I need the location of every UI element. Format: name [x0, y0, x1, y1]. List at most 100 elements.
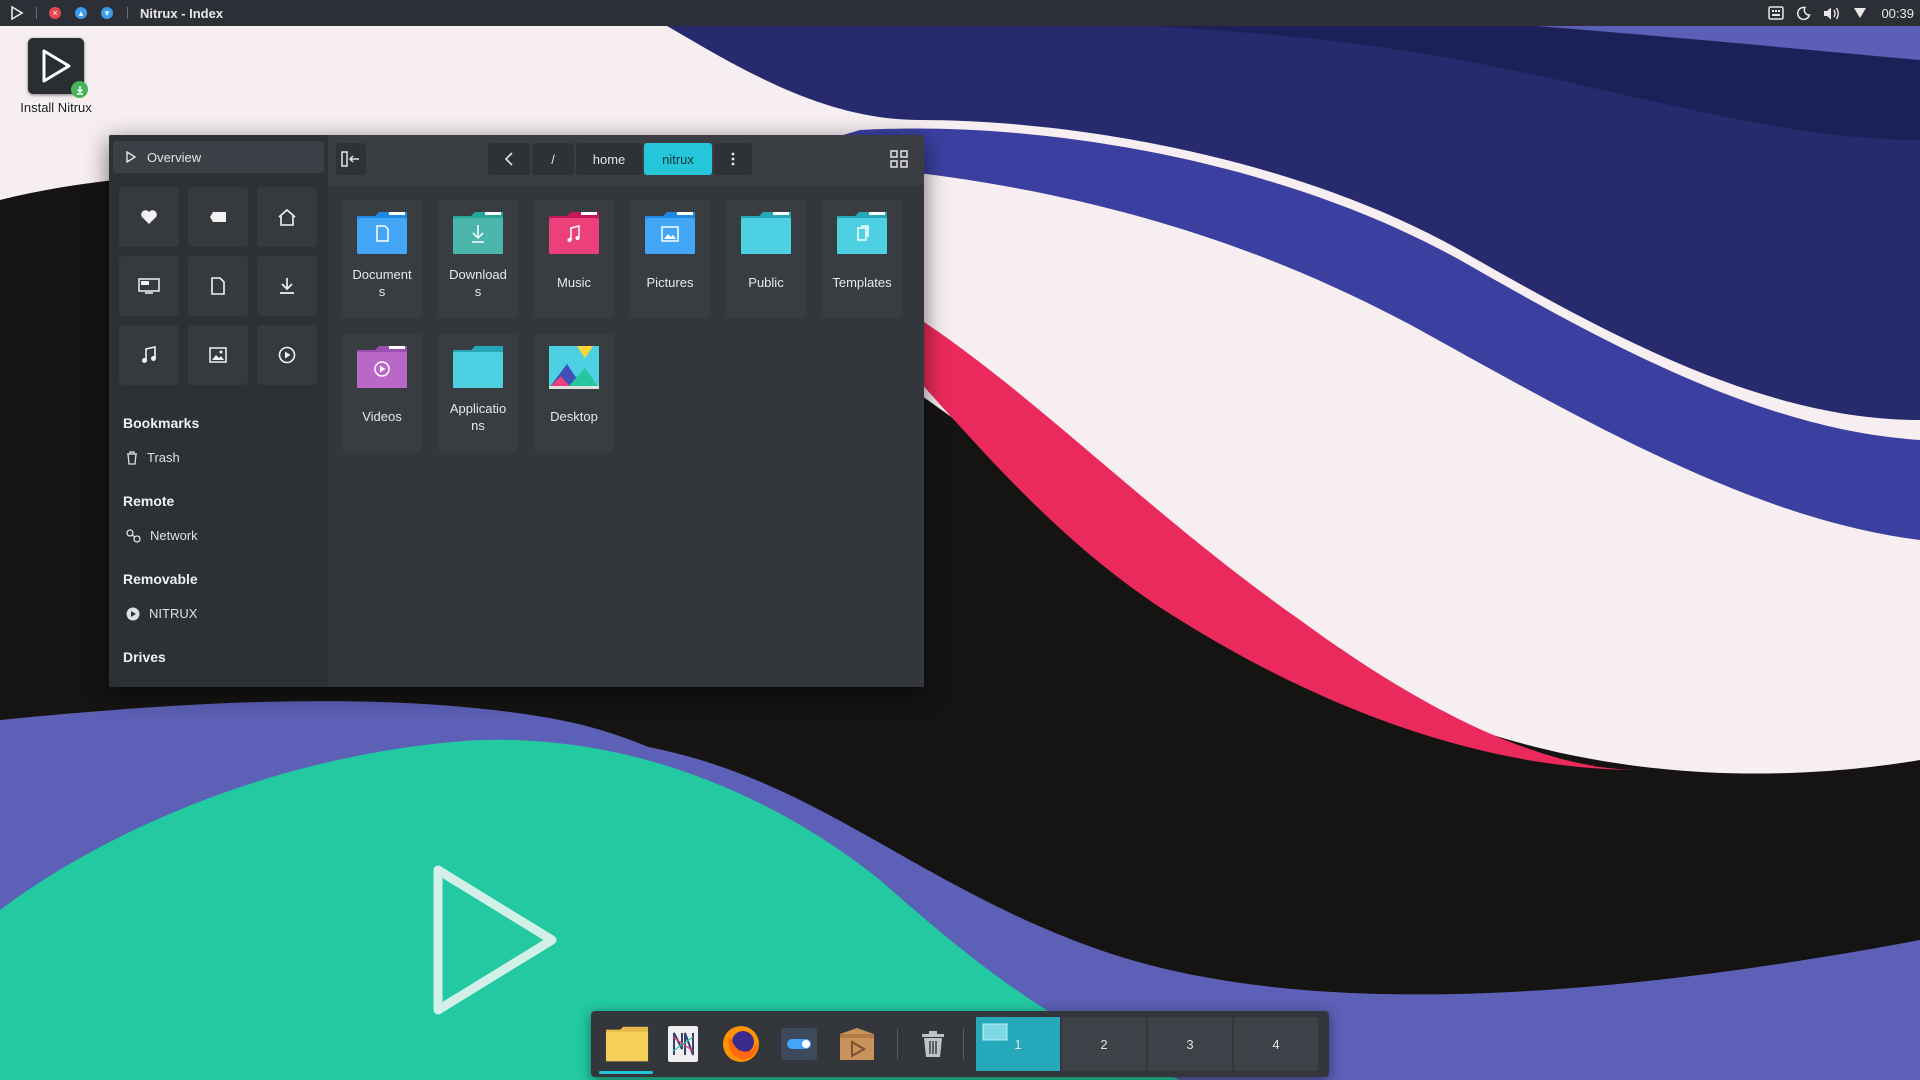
sidebar-item-label: Trash — [147, 450, 180, 465]
file-view: / home nitrux Document s Download s Musi… — [328, 135, 924, 687]
folder-desktop[interactable]: Desktop — [534, 334, 614, 452]
more-vertical-icon — [731, 152, 735, 166]
file-manager-window: Overview Bookmarks Trash Remote Network … — [109, 135, 924, 687]
folder-name: Templates — [832, 275, 892, 290]
workspace-4[interactable]: 4 — [1234, 1017, 1318, 1071]
dock-trash[interactable] — [911, 1023, 955, 1065]
software-center-icon — [840, 1028, 874, 1060]
top-panel: × ▴ ▾ Nitrux - Index 00:39 — [0, 0, 1920, 26]
separator — [127, 7, 128, 19]
overview-label: Overview — [147, 149, 202, 165]
videos-icon — [278, 346, 296, 364]
breadcrumb-home[interactable]: home — [576, 143, 642, 175]
folder-applications[interactable]: Applicatio ns — [438, 334, 518, 452]
clock[interactable]: 00:39 — [1881, 6, 1914, 21]
downloads-folder-icon — [453, 212, 503, 254]
view-mode-button[interactable] — [884, 143, 914, 175]
quick-videos[interactable] — [257, 325, 317, 385]
breadcrumb-root[interactable]: / — [532, 143, 574, 175]
sidebar-toggle-icon — [341, 151, 359, 167]
music-icon — [142, 346, 156, 363]
dock-firefox[interactable] — [719, 1023, 763, 1065]
drives-heading: Drives — [123, 649, 166, 665]
folder-music[interactable]: Music — [534, 200, 614, 318]
favorites-icon — [141, 210, 157, 224]
dock-settings[interactable] — [777, 1023, 821, 1065]
more-options-button[interactable] — [714, 143, 752, 175]
folder-videos[interactable]: Videos — [342, 334, 422, 452]
window-title: Nitrux - Index — [140, 5, 224, 21]
install-nitrux-label: Install Nitrux — [20, 100, 92, 115]
workspace-3[interactable]: 3 — [1148, 1017, 1232, 1071]
minimize-dot-icon[interactable]: ▴ — [75, 7, 87, 19]
night-mode-icon[interactable] — [1796, 6, 1811, 21]
workspace-2[interactable]: 2 — [1062, 1017, 1146, 1071]
dock-nitrux-notes[interactable] — [661, 1023, 705, 1065]
folder-name: Document s — [352, 267, 412, 299]
active-app-indicator — [599, 1071, 653, 1074]
overview-play-icon — [126, 151, 137, 163]
workspace-label: 1 — [1014, 1036, 1022, 1052]
trash-icon — [127, 450, 137, 465]
workspace-1[interactable]: 1 — [976, 1017, 1060, 1071]
workspace-label: 3 — [1186, 1036, 1194, 1052]
folder-name: Videos — [362, 409, 402, 424]
folder-templates[interactable]: Templates — [822, 200, 902, 318]
quick-tags[interactable] — [188, 187, 248, 247]
dock-separator — [897, 1029, 898, 1059]
folder-name: Desktop — [550, 409, 598, 424]
settings-toggle-icon — [781, 1028, 817, 1060]
quick-favorites[interactable] — [119, 187, 179, 247]
maximize-dot-icon[interactable]: ▾ — [101, 7, 113, 19]
folder-name: Download s — [449, 267, 507, 299]
firefox-icon — [723, 1026, 759, 1062]
quick-desktop[interactable] — [119, 256, 179, 316]
trash-icon — [922, 1031, 944, 1057]
folder-documents[interactable]: Document s — [342, 200, 422, 318]
quick-downloads[interactable] — [257, 256, 317, 316]
tags-icon — [210, 212, 226, 222]
network-icon[interactable] — [1853, 7, 1867, 19]
toggle-sidebar-button[interactable] — [336, 143, 366, 175]
sidebar-item-label: NITRUX — [149, 606, 198, 621]
quick-pictures[interactable] — [188, 325, 248, 385]
quick-documents[interactable] — [188, 256, 248, 316]
music-folder-icon — [549, 212, 599, 254]
sidebar-item-trash[interactable]: Trash — [126, 450, 180, 465]
dock: 1 2 3 4 — [591, 1011, 1329, 1077]
overview-button[interactable]: Overview — [113, 141, 324, 173]
folder-name: Pictures — [646, 275, 694, 290]
desktop-icon — [138, 278, 160, 294]
back-button[interactable] — [488, 143, 530, 175]
grid-view-icon — [890, 150, 908, 168]
quick-access-grid — [119, 187, 317, 385]
quick-home[interactable] — [257, 187, 317, 247]
removable-heading: Removable — [123, 571, 198, 587]
remote-heading: Remote — [123, 493, 175, 509]
pictures-folder-icon — [645, 212, 695, 254]
file-manager-icon — [605, 1026, 649, 1062]
dock-software-center[interactable] — [835, 1023, 879, 1065]
dock-file-manager[interactable] — [605, 1023, 649, 1065]
drive-icon — [126, 607, 140, 620]
launcher-icon[interactable] — [10, 6, 24, 20]
close-dot-icon[interactable]: × — [49, 7, 61, 19]
sidebar-item-nitrux[interactable]: NITRUX — [126, 606, 197, 621]
workspace-label: 2 — [1100, 1036, 1108, 1052]
folder-pictures[interactable]: Pictures — [630, 200, 710, 318]
download-badge-icon — [71, 81, 88, 98]
install-nitrux-icon — [28, 38, 88, 98]
volume-icon[interactable] — [1823, 6, 1841, 21]
keyboard-icon[interactable] — [1768, 6, 1785, 20]
sidebar-item-network[interactable]: Network — [126, 528, 198, 543]
breadcrumb-nitrux[interactable]: nitrux — [644, 143, 712, 175]
nitrux-notes-icon — [668, 1026, 698, 1062]
folder-downloads[interactable]: Download s — [438, 200, 518, 318]
separator — [36, 7, 37, 19]
public-folder-icon — [741, 212, 791, 254]
install-nitrux-desktop-icon[interactable]: Install Nitrux — [16, 38, 96, 115]
folder-public[interactable]: Public — [726, 200, 806, 318]
folder-name: Applicatio ns — [449, 401, 507, 433]
quick-music[interactable] — [119, 325, 179, 385]
network-icon — [126, 528, 141, 543]
